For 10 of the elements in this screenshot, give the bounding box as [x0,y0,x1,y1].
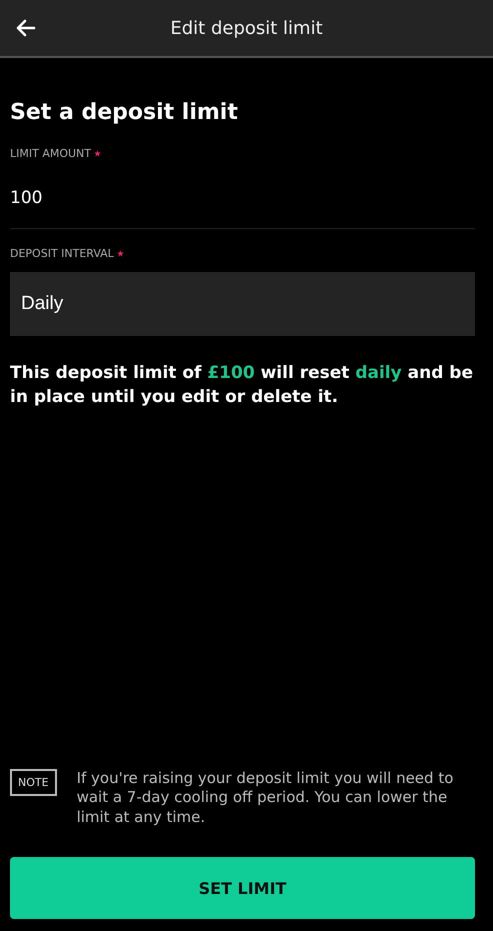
section-heading: Set a deposit limit [10,100,239,125]
field-label: DEPOSIT INTERVAL [10,247,114,260]
note-text: If you're raising your deposit limit you will need to wait a 7-day cooling off period. You can lower the limit at any time. [76,768,454,827]
page-title: Edit deposit limit [170,18,323,38]
note-tag: NOTE [10,768,57,796]
amount-input-field[interactable]: 100 [10,160,475,229]
limit-summary-text: This deposit limit of £100 will reset daily and be in place until you edit or delete it. [10,362,474,409]
set-limit-button[interactable]: SET LIMIT [10,857,475,919]
field-label: LIMIT AMOUNT [10,147,91,160]
interval-select-field[interactable]: Daily [10,272,475,336]
